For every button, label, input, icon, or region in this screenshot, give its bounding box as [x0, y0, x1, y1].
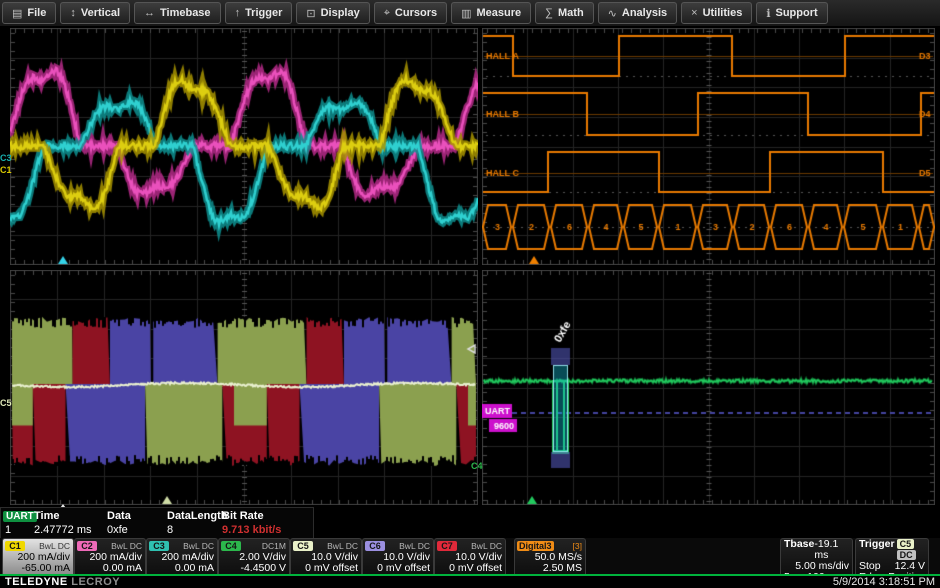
channel-descriptor-c3[interactable]: C3BwL DC 200 mA/div 0.00 mA: [146, 538, 218, 576]
col-datalength: DataLength: [167, 510, 222, 522]
c7-coupling: BwL DC: [471, 541, 502, 551]
menu-trigger[interactable]: ↑ Trigger: [225, 2, 293, 24]
c1-badge: C1: [5, 541, 25, 551]
channel-descriptor-digital3[interactable]: Digital3[3] 50.0 MS/s 2.50 MS: [514, 538, 586, 576]
c7-badge: C7: [437, 541, 457, 551]
monitor-icon: ⊡: [306, 7, 315, 20]
file-icon: ▤: [12, 7, 22, 20]
trigger-source-badge: C5: [897, 539, 915, 549]
menu-cursors-label: Cursors: [395, 7, 437, 19]
menu-display-label: Display: [321, 7, 360, 19]
channel-descriptor-c4[interactable]: C4DC1M 2.00 V/div -4.4500 V: [218, 538, 290, 576]
row-bitrate: 9.713 kbit/s: [222, 524, 310, 536]
footer-bar: TELEDYNE LECROY 5/9/2014 3:18:51 PM: [0, 576, 940, 588]
tools-icon: ×: [691, 7, 697, 19]
c4-badge: C4: [221, 541, 241, 551]
table-row: 1 2.47772 ms 0xfe 8 9.713 kbit/s: [1, 523, 313, 537]
cursor-icon: ⌖: [384, 7, 390, 20]
menu-display[interactable]: ⊡ Display: [296, 2, 369, 24]
pwm-voltages-grid[interactable]: [10, 270, 478, 505]
menu-file-label: File: [27, 7, 46, 19]
trigger-coupling-badge: DC: [897, 550, 916, 560]
waveform-chart-icon: ∿: [608, 7, 617, 20]
menu-support-label: Support: [776, 7, 818, 19]
menu-bar: ▤ File ↕ Vertical ↔ Timebase ↑ Trigger ⊡ Disp…: [0, 0, 940, 27]
c5-offset: 0 mV offset: [291, 563, 361, 574]
menu-math-label: Math: [558, 7, 584, 19]
menu-timebase-label: Timebase: [160, 7, 211, 19]
channel-descriptor-c2[interactable]: C2BwL DC 200 mA/div 0.00 mA: [74, 538, 146, 576]
hall-digital-grid[interactable]: [482, 28, 935, 265]
calculator-icon: ∑: [545, 7, 553, 19]
channel-descriptor-c5[interactable]: C5BwL DC 10.0 V/div 0 mV offset: [290, 538, 362, 576]
c4-coupling: DC1M: [262, 541, 286, 551]
brand-logo: TELEDYNE LECROY: [5, 576, 120, 588]
c6-badge: C6: [365, 541, 385, 551]
tbase-label: Tbase: [784, 539, 814, 561]
channel-descriptor-c6[interactable]: C6BwL DC 10.0 V/div 0 mV offset: [362, 538, 434, 576]
c5-coupling: BwL DC: [327, 541, 358, 551]
menu-analysis[interactable]: ∿ Analysis: [598, 2, 677, 24]
menu-utilities-label: Utilities: [703, 7, 743, 19]
menu-vertical-label: Vertical: [81, 7, 120, 19]
c6-offset: 0 mV offset: [363, 563, 433, 574]
channel-descriptor-c1[interactable]: C1BwL DC 200 mA/div -65.00 mA: [2, 538, 74, 576]
col-bitrate: Bit Rate: [222, 510, 310, 522]
vertical-arrows-icon: ↕: [70, 7, 76, 19]
menu-vertical[interactable]: ↕ Vertical: [60, 2, 130, 24]
channel-marker-c3[interactable]: C3: [0, 154, 12, 163]
c2-badge: C2: [77, 541, 97, 551]
ruler-icon: ▥: [461, 7, 471, 20]
uart-decode-table: UART Time Data DataLength Bit Rate 1 2.4…: [0, 507, 314, 540]
horizontal-arrows-icon: ↔: [144, 7, 155, 19]
c6-coupling: BwL DC: [399, 541, 430, 551]
menu-trigger-label: Trigger: [245, 7, 282, 19]
menu-support[interactable]: ℹ Support: [756, 2, 827, 24]
c4-offset: -4.4500 V: [219, 563, 289, 574]
menu-timebase[interactable]: ↔ Timebase: [134, 2, 221, 24]
menu-math[interactable]: ∑ Math: [535, 2, 594, 24]
c7-offset: 0 mV offset: [435, 563, 505, 574]
col-time: Time: [34, 510, 107, 522]
menu-analysis-label: Analysis: [622, 7, 667, 19]
c3-offset: 0.00 mA: [147, 563, 217, 574]
c2-coupling: BwL DC: [111, 541, 142, 551]
datetime: 5/9/2014 3:18:51 PM: [833, 576, 935, 588]
c3-badge: C3: [149, 541, 169, 551]
digital3-samples: 2.50 MS: [515, 563, 585, 574]
trigger-descriptor[interactable]: TriggerC5DC Stop12.4 V EdgePositive: [855, 538, 929, 576]
analog-currents-grid[interactable]: [10, 28, 478, 265]
row-data: 0xfe: [107, 524, 167, 536]
tbase-delay: -19.1 ms: [814, 539, 849, 561]
menu-cursors[interactable]: ⌖ Cursors: [374, 2, 447, 24]
channel-descriptor-c7[interactable]: C7BwL DC 10.0 V/div 0 mV offset: [434, 538, 506, 576]
trigger-arrow-icon: ↑: [235, 7, 241, 19]
c1-offset: -65.00 mA: [3, 563, 73, 574]
digital3-badge: Digital3: [517, 541, 554, 551]
c5-badge: C5: [293, 541, 313, 551]
menu-measure[interactable]: ▥ Measure: [451, 2, 531, 24]
trigger-label: Trigger: [859, 539, 895, 561]
row-datalength: 8: [167, 524, 222, 536]
channel-marker-c4[interactable]: C4: [471, 462, 483, 471]
menu-utilities[interactable]: × Utilities: [681, 2, 752, 24]
col-data: Data: [107, 510, 167, 522]
uart-decode-grid[interactable]: [482, 270, 935, 505]
c1-coupling: BwL DC: [39, 541, 70, 551]
row-index: 1: [1, 524, 34, 536]
channel-marker-c5[interactable]: C5: [0, 399, 12, 408]
channel-strip: C1BwL DC 200 mA/div -65.00 mA C2BwL DC 2…: [0, 538, 940, 574]
uart-protocol-badge: UART: [3, 511, 37, 522]
timebase-descriptor[interactable]: Tbase-19.1 ms 5.00 ms/div 5 MS100 MS/s: [780, 538, 853, 576]
row-time: 2.47772 ms: [34, 524, 107, 536]
menu-measure-label: Measure: [477, 7, 522, 19]
c2-offset: 0.00 mA: [75, 563, 145, 574]
info-icon: ℹ: [766, 7, 770, 20]
channel-marker-c1[interactable]: C1: [0, 166, 12, 175]
menu-file[interactable]: ▤ File: [2, 2, 56, 24]
digital3-lines: [3]: [573, 541, 582, 551]
waveform-display-area: C3 C1 C5 C4: [0, 26, 940, 505]
c3-coupling: BwL DC: [183, 541, 214, 551]
